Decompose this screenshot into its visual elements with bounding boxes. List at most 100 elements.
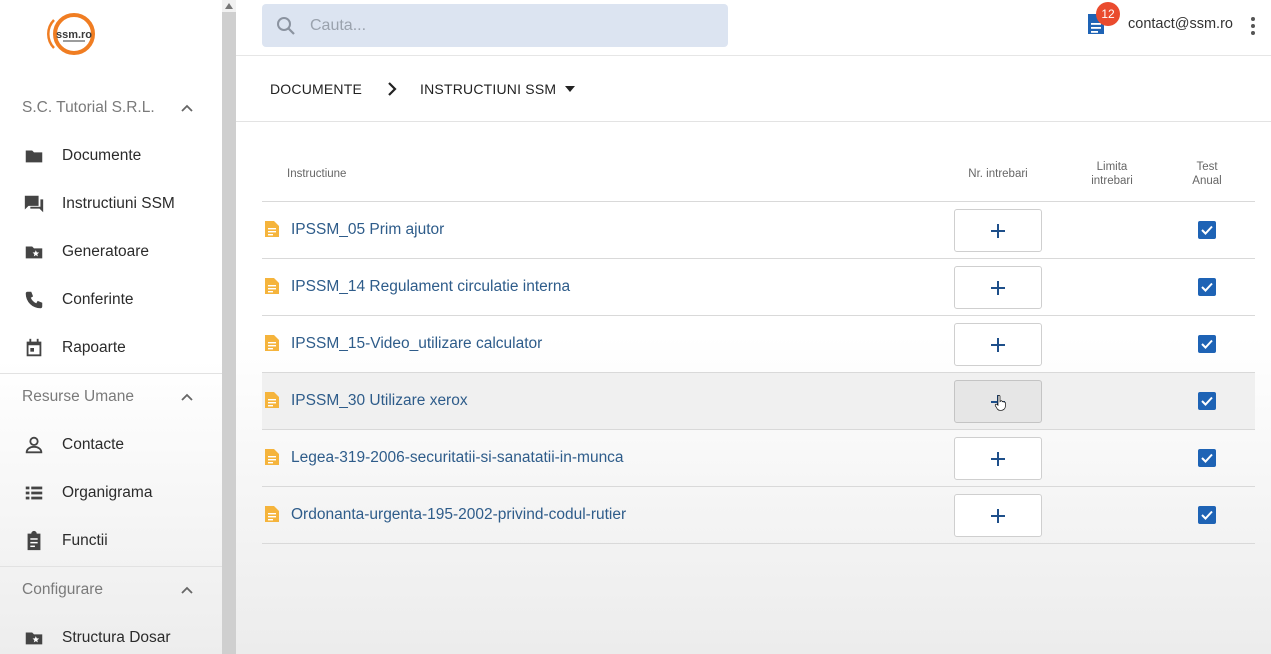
test-anual-checkbox[interactable]	[1198, 278, 1216, 296]
calendar-icon	[22, 336, 46, 360]
table-row[interactable]: IPSSM_14 Regulament circulatie interna	[262, 259, 1255, 316]
group-divider	[0, 373, 222, 374]
breadcrumb-documente[interactable]: DOCUMENTE	[270, 81, 362, 97]
check-icon	[1201, 225, 1213, 235]
more-vert-icon[interactable]	[1248, 16, 1258, 36]
chevron-up-icon	[181, 586, 193, 594]
group-divider	[0, 566, 222, 567]
clipboard-icon	[22, 529, 46, 553]
instruction-name-link[interactable]: Ordonanta-urgenta-195-2002-privind-codul…	[291, 506, 626, 524]
caret-down-icon[interactable]	[564, 85, 576, 93]
header-limita-line2: intrebari	[1091, 175, 1133, 187]
forum-icon	[22, 192, 46, 216]
sidebar-item-contacte[interactable]: Contacte	[0, 423, 222, 467]
check-icon	[1201, 339, 1213, 349]
add-question-button[interactable]	[954, 494, 1042, 537]
sidebar-item-structura-dosar[interactable]: Structura Dosar	[0, 616, 222, 654]
group-header-company[interactable]: S.C. Tutorial S.R.L.	[0, 88, 222, 128]
sidebar-item-rapoarte[interactable]: Rapoarte	[0, 326, 222, 370]
main-content: Instructiune Nr. intrebari Limita intreba…	[236, 122, 1271, 654]
instruction-name-link[interactable]: IPSSM_05 Prim ajutor	[291, 221, 444, 239]
instruction-name-link[interactable]: IPSSM_14 Regulament circulatie interna	[291, 278, 570, 296]
header-test-anual[interactable]: Test Anual	[1177, 146, 1237, 202]
instruction-name-link[interactable]: Legea-319-2006-securitatii-si-sanatatii-…	[291, 449, 624, 467]
add-question-button[interactable]	[954, 323, 1042, 366]
breadcrumb-current[interactable]: INSTRUCTIUNI SSM	[420, 81, 556, 97]
hand-pointer-icon	[994, 395, 1006, 411]
logo-icon: ssm.ro	[47, 13, 95, 55]
topbar: 12 contact@ssm.ro	[236, 0, 1271, 56]
triangle-up-icon	[225, 3, 233, 9]
sidebar-item-instructiuni-ssm[interactable]: Instructiuni SSM	[0, 182, 222, 226]
documents-notification[interactable]: 12	[1086, 2, 1120, 38]
sidebar-item-organigrama[interactable]: Organigrama	[0, 471, 222, 515]
search-icon	[277, 16, 295, 35]
test-anual-checkbox[interactable]	[1198, 449, 1216, 467]
sidebar-item-conferinte[interactable]: Conferinte	[0, 278, 222, 322]
document-file-icon	[265, 335, 279, 351]
table-row[interactable]: Ordonanta-urgenta-195-2002-privind-codul…	[262, 487, 1255, 544]
list-icon	[22, 481, 46, 505]
test-anual-checkbox[interactable]	[1198, 392, 1216, 410]
check-icon	[1201, 396, 1213, 406]
test-anual-checkbox[interactable]	[1198, 506, 1216, 524]
document-file-icon	[265, 221, 279, 237]
instructions-table: Instructiune Nr. intrebari Limita intreba…	[262, 146, 1255, 544]
check-icon	[1201, 510, 1213, 520]
table-row[interactable]: IPSSM_15-Video_utilizare calculator	[262, 316, 1255, 373]
ssm-logo[interactable]: ssm.ro	[44, 10, 96, 58]
folder-star-icon	[22, 626, 46, 650]
scroll-up-arrow[interactable]	[222, 0, 236, 12]
group-title: Configurare	[22, 581, 103, 598]
add-question-button[interactable]	[954, 437, 1042, 480]
check-icon	[1201, 453, 1213, 463]
sidebar-item-label: Functii	[62, 532, 108, 549]
sidebar-item-documente[interactable]: Documente	[0, 134, 222, 178]
sidebar-item-label: Rapoarte	[62, 339, 126, 356]
test-anual-checkbox[interactable]	[1198, 335, 1216, 353]
sidebar-item-label: Contacte	[62, 436, 125, 453]
plus-icon	[991, 280, 1005, 295]
document-file-icon	[265, 278, 279, 294]
header-nr-intrebari[interactable]: Nr. intrebari	[954, 146, 1042, 202]
search-input[interactable]	[310, 16, 710, 35]
person-icon	[22, 433, 46, 457]
group-header-resurse-umane[interactable]: Resurse Umane	[0, 377, 222, 417]
search-box[interactable]	[262, 4, 728, 47]
test-anual-checkbox[interactable]	[1198, 221, 1216, 239]
logo-text: ssm.ro	[56, 29, 92, 41]
sidebar: ssm.ro S.C. Tutorial S.R.L. Documente In…	[0, 0, 222, 654]
header-test-line2: Anual	[1192, 175, 1222, 187]
sidebar-item-label: Organigrama	[62, 484, 153, 501]
breadcrumb: DOCUMENTE INSTRUCTIUNI SSM	[236, 56, 1271, 122]
folder-star-icon	[22, 240, 46, 264]
add-question-button[interactable]	[954, 209, 1042, 252]
chevron-up-icon	[181, 104, 193, 112]
sidebar-item-label: Structura Dosar	[62, 629, 171, 646]
table-row[interactable]: Legea-319-2006-securitatii-si-sanatatii-…	[262, 430, 1255, 487]
plus-icon	[991, 337, 1005, 352]
add-question-button[interactable]	[954, 266, 1042, 309]
table-row[interactable]: IPSSM_05 Prim ajutor	[262, 202, 1255, 259]
document-file-icon	[265, 506, 279, 522]
instruction-name-link[interactable]: IPSSM_30 Utilizare xerox	[291, 392, 468, 410]
sidebar-item-generatoare[interactable]: Generatoare	[0, 230, 222, 274]
check-icon	[1201, 282, 1213, 292]
table-row[interactable]: IPSSM_30 Utilizare xerox	[262, 373, 1255, 430]
user-email[interactable]: contact@ssm.ro	[1128, 16, 1233, 32]
group-title: S.C. Tutorial S.R.L.	[22, 99, 155, 116]
table-header: Instructiune Nr. intrebari Limita intreba…	[262, 146, 1255, 202]
header-limita-line1: Limita	[1096, 161, 1128, 173]
header-limita-intrebari[interactable]: Limita intrebari	[1072, 146, 1152, 202]
group-title: Resurse Umane	[22, 388, 134, 405]
group-header-configurare[interactable]: Configurare	[0, 570, 222, 610]
add-question-button[interactable]	[954, 380, 1042, 423]
sidebar-scrollbar[interactable]	[222, 0, 236, 654]
instruction-name-link[interactable]: IPSSM_15-Video_utilizare calculator	[291, 335, 542, 353]
header-instructiune[interactable]: Instructiune	[287, 146, 346, 202]
sidebar-item-functii[interactable]: Functii	[0, 519, 222, 563]
chevron-up-icon	[181, 393, 193, 401]
sidebar-item-label: Instructiuni SSM	[62, 195, 175, 212]
sidebar-item-label: Conferinte	[62, 291, 134, 308]
folder-icon	[22, 144, 46, 168]
